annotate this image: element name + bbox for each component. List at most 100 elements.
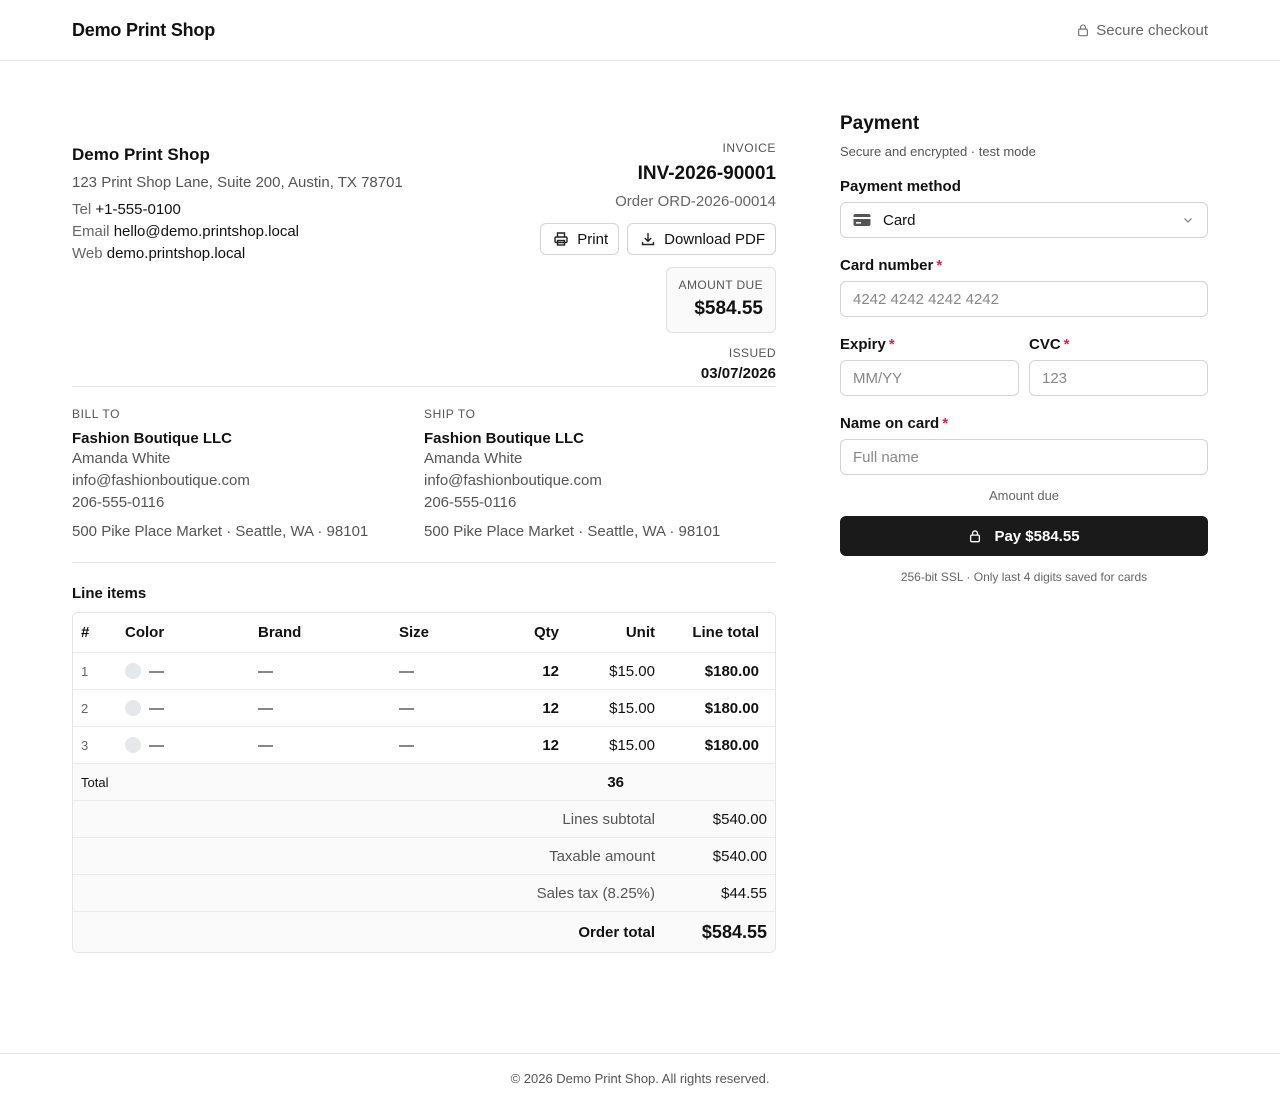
print-button[interactable]: Print (540, 223, 620, 255)
footer-copyright: © 2026 Demo Print Shop. All rights reser… (510, 1070, 770, 1086)
bill-to-email: info@fashionboutique.com (72, 472, 250, 489)
ship-to: SHIP TO Fashion Boutique LLC Amanda Whit… (424, 407, 776, 540)
invoice-meta: INVOICE INV-2026-90001 Order ORD-2026-00… (540, 141, 776, 386)
total-row: Total 36 (73, 764, 775, 801)
summary-row-taxable: Taxable amount $540.00 (73, 838, 775, 875)
secure-checkout-label: Secure checkout (1096, 21, 1208, 39)
column-header-brand: Brand (258, 624, 302, 641)
pay-button[interactable]: Pay $584.55 (840, 516, 1208, 556)
amount-due-label: AMOUNT DUE (678, 278, 763, 292)
secure-checkout-indicator: Secure checkout (1076, 22, 1208, 39)
amount-due-box: AMOUNT DUE $584.55 (665, 267, 776, 333)
name-on-card-label-text: Name on card (840, 415, 940, 432)
bill-to-contact: Amanda White (72, 450, 171, 467)
column-header-color: Color (125, 624, 165, 641)
download-pdf-button[interactable]: Download PDF (627, 223, 776, 255)
payment-panel: Payment Secure and encrypted · test mode… (840, 113, 1208, 584)
order-number: Order ORD-2026-00014 (615, 193, 776, 210)
row-qty: 12 (542, 699, 559, 717)
card-number-label-text: Card number (840, 257, 934, 274)
tel-label: Tel (72, 201, 92, 218)
column-header-unit: Unit (625, 624, 655, 641)
row-qty: 12 (542, 736, 559, 754)
ssl-note: 256-bit SSL · Only last 4 digits saved f… (900, 570, 1148, 584)
ship-to-phone: 206-555-0116 (424, 494, 517, 511)
summary-row-order-total: Order total $584.55 (73, 912, 775, 952)
summary-label: Taxable amount (549, 847, 655, 865)
bill-to: BILL TO Fashion Boutique LLC Amanda Whit… (72, 407, 424, 540)
required-mark: * (942, 415, 949, 432)
row-color: — (125, 700, 258, 717)
expiry-group: Expiry * (840, 317, 1019, 396)
ship-to-email: info@fashionboutique.com (424, 472, 602, 489)
credit-card-icon (853, 214, 871, 226)
printer-icon (554, 232, 568, 246)
row-brand: — (258, 736, 273, 754)
required-mark: * (888, 336, 895, 353)
email-label: Email (72, 223, 110, 240)
row-unit: $15.00 (609, 662, 655, 680)
summary-label: Sales tax (8.25%) (536, 884, 655, 902)
row-color-value: — (149, 699, 164, 717)
web-label: Web (72, 245, 103, 262)
ship-to-label: SHIP TO (424, 407, 476, 421)
issued-label: ISSUED (728, 346, 776, 360)
shop-email: hello@demo.printshop.local (113, 223, 300, 240)
bill-to-phone: 206-555-0116 (72, 494, 165, 511)
expiry-label-text: Expiry (840, 336, 886, 353)
invoice-header: Demo Print Shop 123 Print Shop Lane, Sui… (72, 141, 776, 386)
column-header-qty: Qty (533, 624, 559, 641)
shop-contact: Tel +1-555-0100 Email hello@demo.printsh… (72, 199, 403, 265)
order-total-label: Order total (578, 923, 655, 941)
card-number-input[interactable] (840, 281, 1208, 317)
color-swatch (125, 663, 141, 679)
table-row: 1 — — — 12 $15.00 $180.00 (73, 653, 775, 690)
cvc-group: CVC * (1029, 317, 1208, 396)
row-color-value: — (149, 736, 164, 754)
invoice-number: INV-2026-90001 (637, 163, 776, 184)
name-on-card-input[interactable] (840, 439, 1208, 475)
summary-value: $540.00 (712, 810, 767, 828)
download-icon (641, 233, 655, 246)
line-items-title: Line items (72, 585, 147, 602)
row-line-total: $180.00 (704, 662, 759, 680)
invoice-panel: Demo Print Shop 123 Print Shop Lane, Sui… (72, 141, 776, 953)
lock-icon (970, 530, 981, 543)
invoice-actions: Print Download PDF (540, 223, 776, 255)
summary-label: Lines subtotal (562, 810, 655, 828)
top-bar: Demo Print Shop Secure checkout (0, 0, 1280, 61)
row-color: — (125, 663, 258, 680)
table-header: # Color Brand Size Qty Unit Line total (73, 613, 775, 653)
lock-icon (1078, 24, 1089, 37)
required-mark: * (936, 257, 943, 274)
divider (72, 562, 776, 563)
summary-value: $540.00 (712, 847, 767, 865)
cvc-label: CVC * (1029, 336, 1208, 353)
pay-button-label: Pay $584.55 (994, 527, 1080, 545)
chevron-down-icon (1184, 218, 1192, 223)
payment-method-label: Payment method (840, 178, 1208, 195)
cvc-input[interactable] (1029, 360, 1208, 396)
payment-method-value: Card (883, 211, 916, 229)
color-swatch (125, 737, 141, 753)
summary-value: $44.55 (721, 884, 767, 902)
payment-method-select[interactable]: Card (840, 202, 1208, 238)
row-color-value: — (149, 662, 164, 680)
invoice-label: INVOICE (722, 141, 776, 155)
row-size: — (399, 736, 414, 754)
bill-to-label: BILL TO (72, 407, 121, 421)
table-row: 3 — — — 12 $15.00 $180.00 (73, 727, 775, 764)
card-number-label: Card number * (840, 257, 1208, 274)
row-qty: 12 (542, 662, 559, 680)
download-pdf-label: Download PDF (664, 230, 765, 248)
color-swatch (125, 700, 141, 716)
expiry-input[interactable] (840, 360, 1019, 396)
shop-web: demo.printshop.local (106, 245, 246, 262)
summary-row-tax: Sales tax (8.25%) $44.55 (73, 875, 775, 912)
payment-method-label-text: Payment method (840, 178, 961, 195)
print-button-label: Print (577, 230, 609, 248)
row-brand: — (258, 699, 273, 717)
row-line-total: $180.00 (704, 736, 759, 754)
brand-logo[interactable]: Demo Print Shop (72, 20, 215, 41)
line-items-table: # Color Brand Size Qty Unit Line total 1… (72, 612, 776, 953)
